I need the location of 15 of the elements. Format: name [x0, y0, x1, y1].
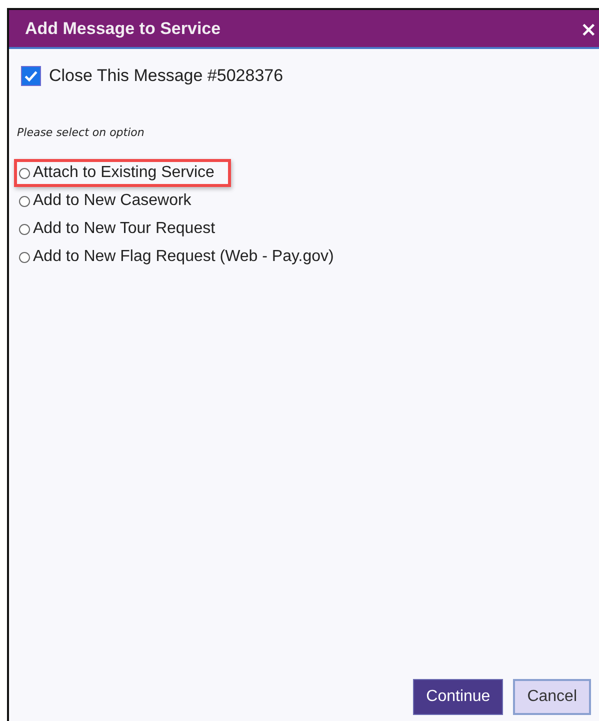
continue-button[interactable]: Continue: [413, 679, 504, 715]
radio-button[interactable]: [19, 224, 30, 234]
dialog-title: Add Message to Service: [25, 18, 221, 38]
checkbox[interactable]: [21, 66, 41, 86]
option-label: Add to New Flag Request (Web - Pay.gov): [33, 248, 334, 266]
radio-button[interactable]: [19, 168, 30, 178]
option-label: Add to New Casework: [33, 192, 192, 210]
checkbox-label: Close This Message #5028376: [49, 66, 284, 86]
radio-button[interactable]: [19, 196, 30, 206]
option-label: Add to New Tour Request: [33, 220, 216, 238]
radio-button[interactable]: [19, 252, 30, 262]
cancel-button[interactable]: Cancel: [513, 679, 591, 715]
prompt-text: Please select on option: [16, 126, 146, 139]
option-label: Attach to Existing Service: [33, 164, 214, 182]
close-button[interactable]: ×: [578, 16, 599, 40]
